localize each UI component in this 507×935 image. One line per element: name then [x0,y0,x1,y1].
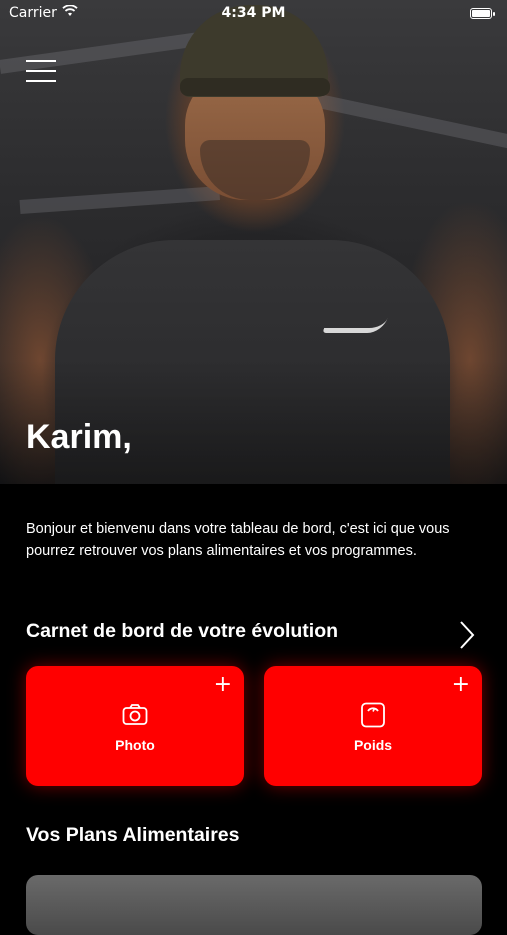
photo-card-label: Photo [115,737,155,753]
intro-text: Bonjour et bienvenu dans votre tableau d… [26,521,450,559]
weight-card-label: Poids [353,737,393,753]
photo-card[interactable]: + Photo [26,666,244,786]
weight-card[interactable]: + Poids [264,666,482,786]
scale-icon [361,702,385,728]
camera-icon [122,704,148,725]
evolution-section-title: Carnet de bord de votre évolution [26,620,339,642]
battery-icon [470,8,495,19]
ceiling-beam [298,90,507,150]
clock: 4:34 PM [221,5,286,21]
meal-plans-section-title: Vos Plans Alimentaires [26,824,240,846]
chevron-right-icon[interactable] [458,620,476,650]
hero-image [0,0,507,484]
ceiling-beam [19,186,221,214]
hamburger-menu-icon[interactable] [26,60,56,82]
hero-figure-cap-brim [180,78,330,96]
plus-icon[interactable]: + [214,674,232,696]
status-bar: Carrier 4:34 PM [0,0,507,28]
greeting-title: Karim, [26,418,132,456]
meal-plan-card[interactable] [26,875,482,935]
plus-icon[interactable]: + [452,674,470,696]
